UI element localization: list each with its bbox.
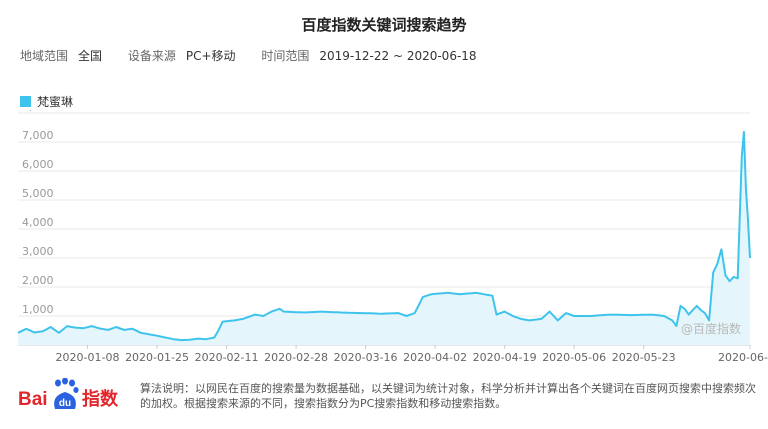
x-tick-label: 2020-05-23 [612, 351, 676, 364]
svg-text:du: du [59, 398, 71, 409]
device-label: 设备来源 [127, 49, 176, 63]
legend-label: 梵蜜琳 [37, 95, 74, 109]
chart-title: 百度指数关键词搜索趋势 [301, 16, 467, 34]
y-tick-label: 4,000 [22, 216, 54, 229]
svg-text:指数: 指数 [82, 388, 119, 410]
x-tick-label: 2020-05-06 [542, 351, 606, 364]
region-label: 地域范围 [20, 49, 69, 63]
baidu-index-logo: Bai du 指数 [18, 378, 119, 410]
paw-toe [73, 387, 79, 393]
y-tick-label: 6,000 [22, 158, 54, 171]
device-value[interactable]: PC+移动 [186, 49, 236, 63]
x-tick-label: 2020-01-08 [56, 351, 120, 364]
region-value[interactable]: 全国 [78, 49, 102, 63]
grid-layer [18, 112, 750, 346]
x-tick-label: 2020-04-02 [403, 351, 467, 364]
y-tick-label: 5,000 [22, 187, 54, 200]
paw-toe [69, 379, 75, 387]
area-layer [17, 130, 751, 345]
watermark: @百度指数 [681, 321, 741, 336]
x-tick-label: 2020-04-19 [473, 351, 537, 364]
x-tick-label: 2020-06-18 [718, 351, 768, 364]
svg-text:Bai: Bai [18, 389, 48, 410]
paw-toe [55, 379, 61, 387]
y-tick-label: 8,000 [22, 110, 54, 113]
paw-toe [62, 378, 68, 385]
x-tick-label: 2020-03-16 [334, 351, 398, 364]
trend-chart: 1,000 2,000 3,000 4,000 5,000 6,000 7,000 8,000… [17, 110, 768, 364]
y-tick-label: 1,000 [22, 303, 54, 316]
y-tick-label: 7,000 [22, 129, 54, 142]
x-tick-label: 2020-02-11 [195, 351, 259, 364]
legend-swatch [20, 96, 31, 107]
time-value[interactable]: 2019-12-22 ~ 2020-06-18 [319, 49, 476, 63]
algorithm-description: 算法说明：以网民在百度的搜索量为数据基础，以关键词为统计对象，科学分析并计算出各… [140, 382, 756, 410]
series-line [17, 130, 751, 342]
x-tick-label: 2020-02-28 [264, 351, 328, 364]
chart-legend[interactable]: 梵蜜琳 [20, 93, 73, 110]
time-label: 时间范围 [261, 49, 310, 63]
x-tick-label: 2020-01-25 [125, 351, 189, 364]
y-tick-label: 2,000 [22, 274, 54, 287]
filter-bar: 地域范围 全国 设备来源 PC+移动 时间范围 2019-12-22 ~ 2020-0… [20, 47, 499, 64]
y-tick-label: 3,000 [22, 245, 54, 258]
